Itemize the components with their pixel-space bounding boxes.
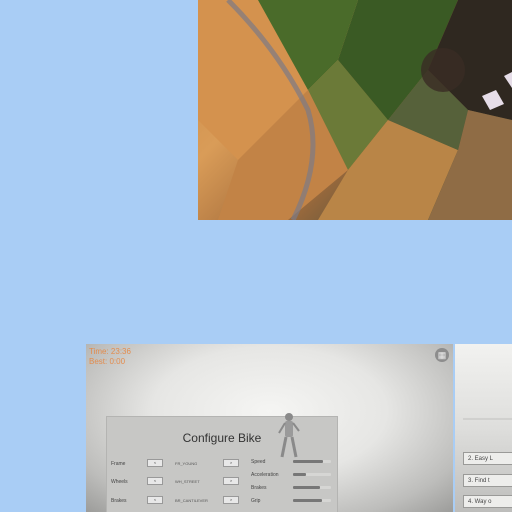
hud-time: Time: 23:36: [89, 347, 131, 356]
track-item-2[interactable]: 2. Easy L: [463, 452, 512, 465]
stat-bar-track: [293, 499, 331, 502]
frame-label: Frame: [111, 461, 126, 467]
wheels-label: Wheels: [111, 479, 128, 485]
stat-bar-track: [293, 486, 331, 489]
grid-icon: ▦: [437, 349, 447, 360]
stat-bar-fill: [293, 473, 307, 476]
track-item-3[interactable]: 3. Find t: [463, 474, 512, 487]
wheels-prev-button[interactable]: <: [147, 477, 163, 485]
wheels-row: Wheels < WH_STREET >: [111, 477, 261, 487]
config-panel: Configure Bike Frame < FR_YOUNG > Wheels…: [106, 413, 338, 512]
stat-bar-track: [293, 473, 331, 476]
stat-bar-fill: [293, 460, 324, 463]
terrain-render: [198, 0, 512, 220]
stat-bar-fill: [293, 499, 322, 502]
brakes-row: Brakes < BR_CANTILEVER >: [111, 496, 261, 506]
brakes-prev-button[interactable]: <: [147, 496, 163, 504]
list-divider: [463, 418, 512, 420]
track-item-4[interactable]: 4. Way o: [463, 495, 512, 508]
stat-label: Speed: [251, 459, 266, 465]
frame-next-button[interactable]: >: [223, 459, 239, 467]
frame-value: FR_YOUNG: [175, 461, 198, 466]
stat-bar-fill: [293, 486, 320, 489]
stats-list: Speed Acceleration Brakes Grip: [251, 459, 333, 512]
track-select-screen: 2. Easy L 3. Find t 4. Way o: [455, 344, 512, 512]
stat-label: Grip: [251, 498, 261, 504]
frame-prev-button[interactable]: <: [147, 459, 163, 467]
menu-button[interactable]: ▦: [435, 348, 449, 362]
stat-bar-track: [293, 460, 331, 463]
hud-best: Best: 0:00: [89, 357, 126, 366]
stat-label: Brakes: [251, 485, 267, 491]
panel-title: Configure Bike: [182, 431, 262, 445]
brakes-label: Brakes: [111, 498, 127, 504]
configure-bike-screen: Time: 23:36 Best: 0:00 ▦ Configure Bike …: [86, 344, 453, 512]
stat-label: Acceleration: [251, 472, 279, 478]
frame-row: Frame < FR_YOUNG >: [111, 459, 261, 469]
wheels-value: WH_STREET: [175, 479, 200, 484]
brakes-value: BR_CANTILEVER: [175, 498, 208, 503]
wheels-next-button[interactable]: >: [223, 477, 239, 485]
game-viewport: [198, 0, 512, 220]
brakes-next-button[interactable]: >: [223, 496, 239, 504]
cyclist-figure: [278, 413, 300, 458]
